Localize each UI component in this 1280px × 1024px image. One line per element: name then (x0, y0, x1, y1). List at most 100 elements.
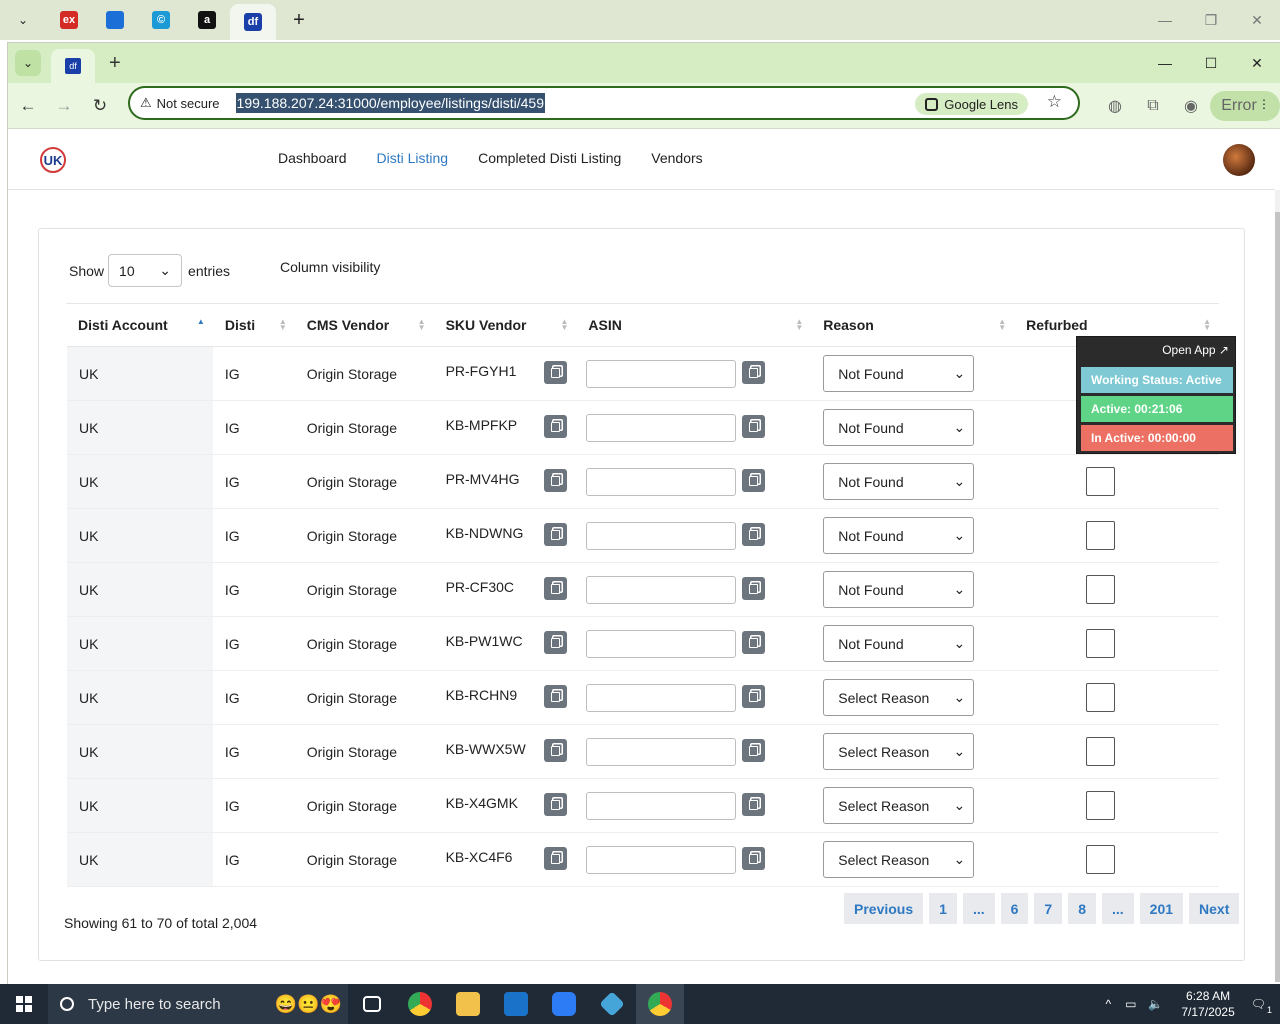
extensions-icon[interactable]: ⧉ (1134, 97, 1172, 115)
new-tab-button[interactable]: + (276, 0, 322, 40)
back-button[interactable]: ← (12, 90, 44, 122)
profile-icon[interactable]: ◉ (1172, 96, 1210, 116)
close-icon[interactable]: ✕ (1234, 0, 1280, 40)
page-scrollbar[interactable] (1275, 190, 1280, 982)
close-icon[interactable]: ✕ (1234, 43, 1280, 83)
copy-sku-button[interactable] (543, 685, 567, 708)
asin-input[interactable] (586, 845, 737, 874)
copy-asin-button[interactable] (742, 577, 766, 600)
minimize-icon[interactable]: — (1142, 43, 1188, 83)
file-explorer-icon[interactable] (444, 984, 492, 1024)
df-tab[interactable]: df (230, 4, 276, 40)
copy-sku-button[interactable] (543, 415, 567, 438)
copy-asin-button[interactable] (742, 685, 766, 708)
refurbed-checkbox[interactable] (1086, 845, 1116, 874)
refurbed-checkbox[interactable] (1086, 575, 1116, 604)
taskbar-search[interactable]: Type here to search 😄😐😍 (48, 984, 348, 1024)
start-button[interactable] (0, 984, 48, 1024)
asin-input[interactable] (586, 413, 737, 442)
page-button-8[interactable]: 8 (1068, 893, 1096, 924)
asin-input[interactable] (586, 737, 737, 766)
outlook-icon[interactable] (492, 984, 540, 1024)
bookmark-star-icon[interactable]: ☆ (1047, 92, 1062, 112)
refurbed-checkbox[interactable] (1086, 683, 1116, 712)
new-tab-button[interactable]: + (109, 52, 121, 75)
reason-select[interactable]: Not Found ⌄ (823, 463, 975, 500)
address-bar[interactable]: ⚠ Not secure 199.188.207.24:31000/employe… (128, 86, 1080, 120)
refurbed-checkbox[interactable] (1086, 467, 1116, 496)
entries-select[interactable]: 10 ⌄ (108, 254, 183, 287)
maximize-icon[interactable]: ☐ (1188, 43, 1234, 83)
copy-asin-button[interactable] (742, 523, 766, 546)
restore-icon[interactable]: ❐ (1188, 0, 1234, 40)
asin-input[interactable] (586, 791, 737, 820)
page-button-1[interactable]: 1 (929, 893, 957, 924)
copy-sku-button[interactable] (543, 523, 567, 546)
blue-app-tab[interactable] (92, 0, 138, 40)
copy-asin-button[interactable] (742, 739, 766, 762)
copy-sku-button[interactable] (543, 361, 567, 384)
refurbed-checkbox[interactable] (1086, 521, 1116, 550)
copyright-tab[interactable]: © (138, 0, 184, 40)
column-header-disti-account[interactable]: Disti Account ▲ (66, 303, 213, 347)
nav-link-completed-disti-listing[interactable]: Completed Disti Listing (478, 150, 621, 166)
column-header-asin[interactable]: ASIN ▲ ▼ (576, 303, 812, 347)
copy-asin-button[interactable] (742, 415, 766, 438)
browser-tab-active[interactable]: df (51, 49, 95, 83)
copy-sku-button[interactable] (543, 847, 567, 870)
copy-sku-button[interactable] (543, 577, 567, 600)
url-text[interactable]: 199.188.207.24:31000/employee/listings/d… (235, 93, 545, 113)
forward-button[interactable]: → (48, 90, 80, 122)
globe-icon[interactable]: ◍ (1096, 96, 1134, 116)
nav-link-vendors[interactable]: Vendors (651, 150, 702, 166)
task-view-icon[interactable] (348, 984, 396, 1024)
reason-select[interactable]: Select Reason ⌄ (823, 679, 975, 716)
asin-input[interactable] (586, 359, 737, 388)
refurbed-checkbox[interactable] (1086, 629, 1116, 658)
clock[interactable]: 6:28 AM 7/17/2025 (1181, 988, 1234, 1020)
tab-dropdown-button[interactable]: ⌄ (0, 0, 46, 40)
zoom-icon[interactable] (540, 984, 588, 1024)
network-icon[interactable]: ▭ (1125, 997, 1136, 1011)
open-app-link[interactable]: Open App ↗ (1162, 343, 1229, 357)
page-button-7[interactable]: 7 (1034, 893, 1063, 924)
tray-chevron-icon[interactable]: ^ (1105, 997, 1111, 1011)
page-button-next[interactable]: Next (1189, 893, 1240, 924)
copy-asin-button[interactable] (742, 847, 766, 870)
copy-asin-button[interactable] (742, 793, 766, 816)
notification-icon[interactable]: 🗨 1 (1251, 997, 1272, 1015)
copy-sku-button[interactable] (543, 793, 567, 816)
copy-asin-button[interactable] (742, 631, 766, 654)
uk-logo[interactable]: UK (40, 147, 66, 173)
chrome-icon[interactable] (396, 984, 444, 1024)
column-header-cms-vendor[interactable]: CMS Vendor ▲ ▼ (294, 303, 434, 347)
asin-input[interactable] (586, 629, 737, 658)
asin-input[interactable] (586, 683, 737, 712)
asin-input[interactable] (586, 467, 737, 496)
reason-select[interactable]: Select Reason ⌄ (823, 787, 975, 824)
nav-link-disti-listing[interactable]: Disti Listing (377, 150, 449, 166)
reason-select[interactable]: Select Reason ⌄ (823, 733, 975, 770)
copy-sku-button[interactable] (543, 739, 567, 762)
reason-select[interactable]: Not Found ⌄ (823, 517, 975, 554)
copy-sku-button[interactable] (543, 631, 567, 654)
page-button-201[interactable]: 201 (1139, 893, 1184, 924)
asin-input[interactable] (586, 575, 737, 604)
scrollbar-thumb[interactable] (1275, 212, 1280, 982)
not-secure-indicator[interactable]: ⚠ Not secure (140, 95, 220, 111)
amazon-tab[interactable]: a (184, 0, 230, 40)
refurbed-checkbox[interactable] (1086, 737, 1116, 766)
volume-icon[interactable]: 🔈 (1148, 997, 1163, 1011)
copy-asin-button[interactable] (742, 469, 766, 492)
reason-select[interactable]: Not Found ⌄ (823, 355, 975, 392)
chrome-active-icon[interactable] (636, 984, 684, 1024)
nav-link-dashboard[interactable]: Dashboard (278, 150, 347, 166)
app-diamond-icon[interactable] (588, 984, 636, 1024)
asin-input[interactable] (586, 521, 737, 550)
tab-search-button[interactable]: ⌄ (15, 50, 41, 76)
copy-sku-button[interactable] (543, 469, 567, 492)
column-header-reason[interactable]: Reason ▲ ▼ (811, 303, 1015, 347)
reason-select[interactable]: Not Found ⌄ (823, 571, 975, 608)
page-button-previous[interactable]: Previous (844, 893, 924, 924)
refurbed-checkbox[interactable] (1086, 791, 1116, 820)
